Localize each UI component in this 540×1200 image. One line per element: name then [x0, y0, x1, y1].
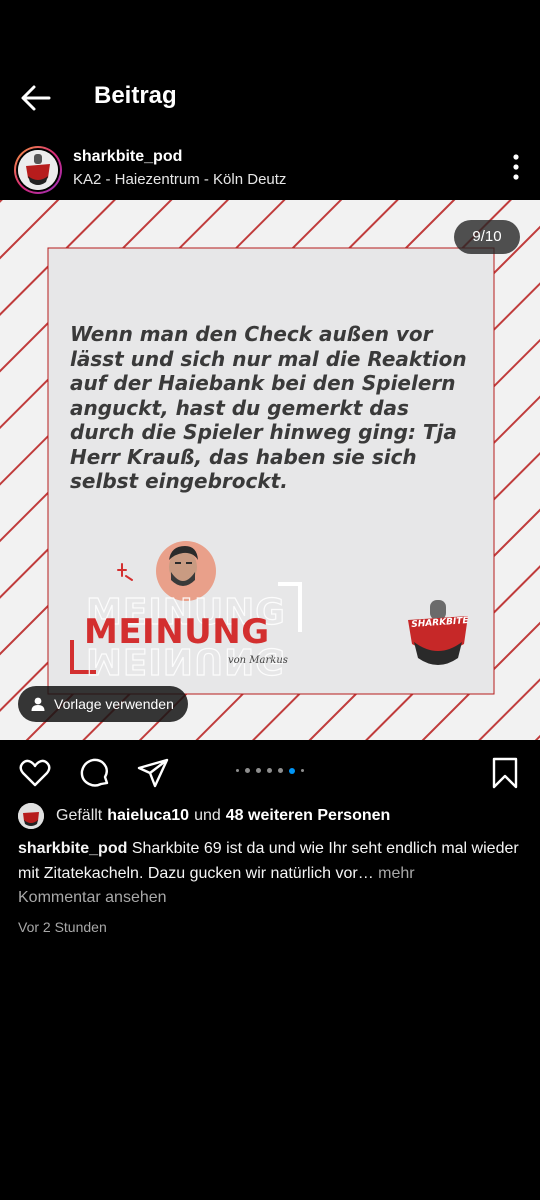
sharkbite-logo	[408, 600, 468, 665]
page-title: Beitrag	[94, 82, 177, 109]
save-button[interactable]	[488, 756, 522, 790]
post-location[interactable]: KA2 - Haiezentrum - Köln Deutz	[73, 171, 286, 188]
meinung-byline: von Markus	[228, 655, 288, 666]
bookmark-icon	[492, 757, 518, 789]
carousel-dot	[236, 769, 239, 772]
carousel-dot	[278, 768, 283, 773]
post-image[interactable]: Wenn man den Check außen vor lässt und s…	[0, 200, 540, 740]
carousel-dot-active	[289, 767, 295, 774]
post-header: sharkbite_pod KA2 - Haiezentrum - Köln D…	[0, 140, 540, 200]
sharkbite-logo-icon	[18, 150, 58, 190]
post-timestamp: Vor 2 Stunden	[18, 919, 107, 935]
use-template-button[interactable]: Vorlage verwenden	[18, 686, 188, 722]
liker-avatar-icon	[18, 803, 44, 829]
carousel-dot	[301, 769, 304, 772]
caption[interactable]: sharkbite_pod Sharkbite 69 ist da und wi…	[18, 836, 528, 886]
view-comments-link[interactable]: Kommentar ansehen	[18, 889, 167, 907]
likes-user[interactable]: haieluca10	[107, 807, 189, 825]
use-template-label: Vorlage verwenden	[54, 696, 174, 712]
likes-others[interactable]: 48 weiteren Personen	[226, 807, 391, 825]
caption-username[interactable]: sharkbite_pod	[18, 840, 127, 857]
top-bar: Beitrag	[0, 60, 540, 132]
liker-avatar	[18, 803, 44, 829]
more-vertical-icon	[513, 154, 519, 180]
action-bar	[0, 750, 540, 794]
back-button[interactable]	[16, 78, 56, 118]
likes-prefix: Gefällt	[56, 807, 103, 824]
carousel-dot	[256, 768, 261, 773]
likes-row[interactable]: Gefällt haieluca10 und 48 weiteren Perso…	[18, 803, 391, 829]
post-username[interactable]: sharkbite_pod	[73, 148, 182, 166]
carousel-dot	[267, 768, 272, 773]
decoration-icon	[117, 563, 133, 581]
carousel-indicator	[0, 767, 540, 774]
quote-text: Wenn man den Check außen vor lässt und s…	[70, 322, 467, 493]
caption-more-link[interactable]: mehr	[378, 865, 414, 882]
meinung-label: MEINUNG	[84, 612, 270, 652]
more-options-button[interactable]	[508, 152, 524, 182]
carousel-dot	[245, 768, 250, 773]
avatar[interactable]	[14, 146, 62, 194]
slide-counter: 9/10	[454, 220, 520, 254]
person-icon	[31, 697, 45, 711]
likes-joiner: und	[194, 807, 221, 824]
back-arrow-icon	[21, 85, 51, 111]
